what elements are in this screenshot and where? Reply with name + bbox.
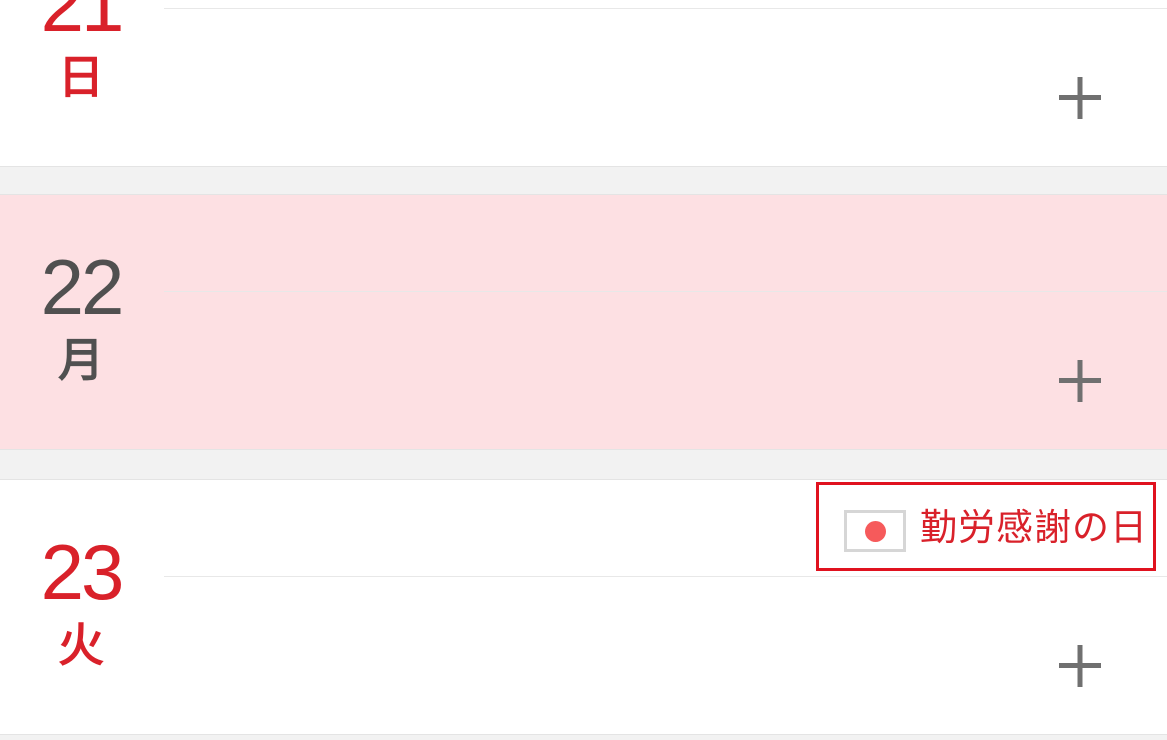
row-border [0, 449, 1167, 450]
row-divider [164, 291, 1167, 292]
add-event-button[interactable] [1050, 636, 1110, 696]
row-border [0, 479, 1167, 480]
day-row-22: 22 月 [0, 194, 1167, 450]
weekday-label: 火 [58, 618, 104, 672]
day-row-23: 23 火 勤労感謝の日 [0, 479, 1167, 735]
row-divider [164, 8, 1167, 9]
holiday-name: 勤労感謝の日 [920, 506, 1148, 549]
plus-icon [1059, 77, 1101, 119]
flag-sun-circle [865, 521, 886, 542]
day-number: 22 [40, 243, 125, 331]
day-row-21: 21 日 [0, 0, 1167, 167]
day-number: 21 [40, 0, 125, 48]
weekday-label: 月 [58, 333, 104, 387]
day-number: 23 [40, 528, 125, 616]
plus-icon [1059, 360, 1101, 402]
row-border [0, 194, 1167, 195]
row-border [0, 166, 1167, 167]
add-event-button[interactable] [1050, 351, 1110, 411]
row-border [0, 734, 1167, 735]
holiday-event[interactable]: 勤労感謝の日 [816, 482, 1156, 571]
row-divider [164, 576, 1167, 577]
japan-flag-icon [844, 510, 906, 552]
weekday-label: 日 [58, 50, 104, 104]
add-event-button[interactable] [1050, 68, 1110, 128]
plus-icon [1059, 645, 1101, 687]
